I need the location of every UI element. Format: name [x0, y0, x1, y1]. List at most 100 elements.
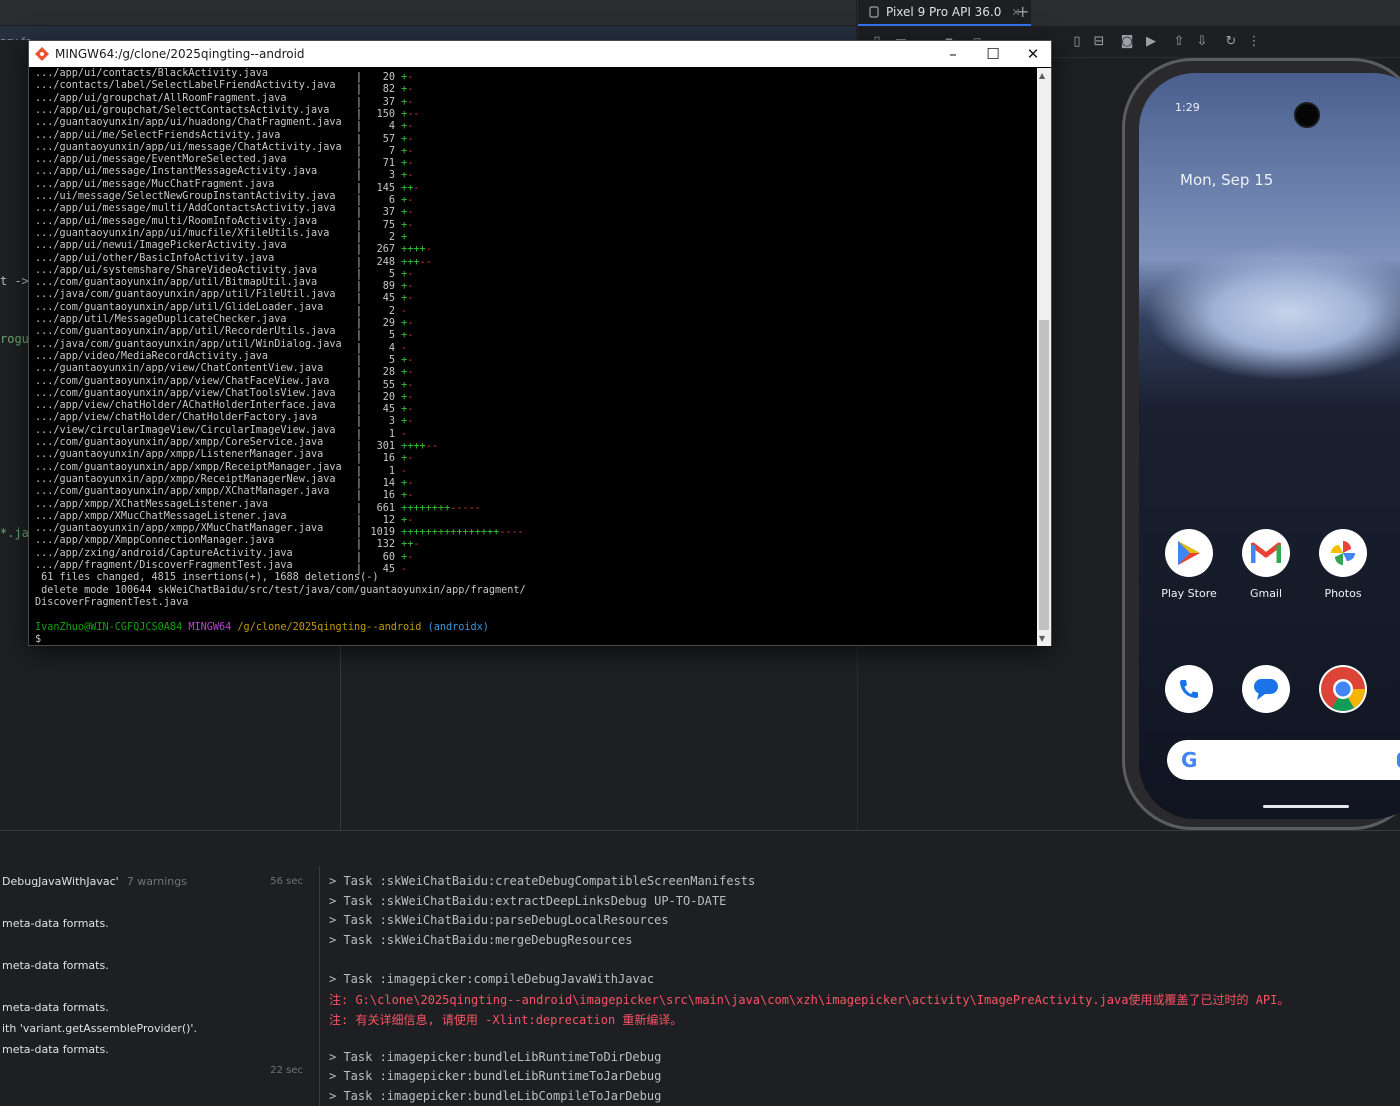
build-tree-item[interactable]: meta-data formats.	[2, 959, 109, 972]
lockscreen-date[interactable]: Mon, Sep 15	[1180, 171, 1273, 189]
terminal-scrollbar[interactable]: ▲ ▼	[1037, 68, 1051, 646]
app-play-store[interactable]: Play Store	[1153, 529, 1225, 600]
build-item-text: DebugJavaWithJavac'	[2, 875, 119, 888]
diffstat-deletions: -	[407, 551, 414, 563]
app-gmail[interactable]: Gmail	[1230, 529, 1302, 600]
diffstat-path: .../com/guantaoyunxin/app/xmpp/XChatMana…	[35, 486, 330, 498]
build-output-console[interactable]: > Task :skWeiChatBaidu:createDebugCompat…	[320, 866, 1400, 1106]
diffstat-deletions: --	[419, 256, 432, 268]
diffstat-row: .../app/ui/message/MucChatFragment.java |…	[35, 178, 420, 194]
google-g-icon: G	[1181, 748, 1198, 772]
download-icon[interactable]: ⇩	[1195, 35, 1209, 49]
diffstat-deletions: -	[413, 539, 420, 551]
ide-editor-tabs	[0, 26, 856, 40]
build-tool-header	[0, 830, 1400, 866]
diffstat-path: .../com/guantaoyunxin/app/xmpp/ReceiptMa…	[35, 461, 342, 473]
diffstat-row: .../app/util/MessageDuplicateChecker.jav…	[35, 314, 413, 329]
build-tree-item[interactable]: DebugJavaWithJavac' 7 warnings	[2, 875, 187, 888]
app-photos[interactable]: Photos	[1307, 529, 1379, 600]
prompt-user: IvanZhuo@WIN-CGFQJCS0A84	[35, 621, 183, 633]
build-tree-item[interactable]: ith 'variant.getAssembleProvider()'.	[2, 1022, 197, 1035]
build-tree-item[interactable]: meta-data formats.	[2, 1043, 109, 1056]
warning-count: 7 warnings	[126, 875, 187, 888]
diffstat-path: .../guantaoyunxin/app/view/ChatContentVi…	[35, 363, 324, 375]
diffstat-deletions: -	[401, 564, 408, 575]
prompt-branch: (androidx)	[427, 621, 489, 633]
build-output-line: > Task :skWeiChatBaidu:extractDeepLinksD…	[329, 893, 727, 908]
diffstat-row: .../com/guantaoyunxin/app/xmpp/CoreServi…	[35, 437, 438, 452]
app-label: Play Store	[1161, 587, 1217, 600]
build-output-line: > Task :skWeiChatBaidu:parseDebugLocalRe…	[329, 913, 669, 927]
diffstat-path: .../app/fragment/DiscoverFragmentTest.ja…	[35, 560, 293, 571]
diffstat-path: .../guantaoyunxin/app/ui/message/ChatAct…	[35, 141, 342, 153]
diffstat-row: .../java/com/guantaoyunxin/app/util/WinD…	[35, 339, 407, 354]
add-device-icon[interactable]: +	[1016, 2, 1029, 21]
terminal-window[interactable]: MINGW64:/g/clone/2025qingting--android –…	[28, 40, 1052, 646]
diffstat-path: .../guantaoyunxin/app/ui/huadong/ChatFra…	[35, 117, 342, 129]
phone-screen[interactable]: 1:29 Mon, Sep 15 Play Store Gmail Photos	[1139, 73, 1400, 819]
diffstat-row: .../app/ui/contacts/BlackActivity.java | 2…	[35, 68, 413, 83]
build-output-line: > Task :imagepicker:bundleLibRuntimeToJa…	[329, 1069, 662, 1083]
diffstat-row: .../com/guantaoyunxin/app/util/GlideLoad…	[35, 302, 407, 317]
phone-app-icon	[1165, 665, 1213, 713]
app-label: Photos	[1324, 587, 1362, 600]
diffstat-row: .../guantaoyunxin/app/xmpp/ListenerManag…	[35, 449, 413, 464]
terminal-output[interactable]: .../app/ui/contacts/BlackActivity.java | 2…	[29, 68, 1037, 646]
build-tree: DebugJavaWithJavac' 7 warnings 56 sec met…	[0, 866, 320, 1106]
home-gesture-bar[interactable]	[1263, 805, 1349, 808]
photos-icon	[1319, 529, 1367, 577]
minimize-button[interactable]: –	[933, 41, 973, 67]
diffstat-row: .../app/ui/systemshare/ShareVideoActivit…	[35, 264, 413, 280]
diffstat-row: .../app/ui/me/SelectFriendsActivity.java…	[35, 130, 413, 145]
device-tabbar: Pixel 9 Pro API 36.0 ✕ +	[858, 0, 1400, 26]
diffstat-row: .../app/xmpp/XChatMessageListener.java | 6…	[35, 499, 481, 514]
diffstat-path: .../app/view/chatHolder/AChatHolderInter…	[35, 400, 336, 412]
more-icon[interactable]: ⋮	[1247, 35, 1261, 49]
rotate-icon[interactable]: ↻	[1224, 35, 1238, 49]
app-messages[interactable]	[1230, 665, 1302, 713]
app-label: Gmail	[1249, 587, 1283, 600]
prompt-path: /g/clone/2025qingting--android	[237, 621, 422, 633]
diffstat-path: .../view/circularImageView/CircularImage…	[35, 424, 336, 436]
diffstat-row: .../app/ui/message/InstantMessageActivit…	[35, 166, 413, 181]
build-output-line: > Task :imagepicker:bundleLibRuntimeToDi…	[329, 1049, 662, 1064]
google-search-bar[interactable]: G	[1167, 740, 1400, 780]
diffstat-row: .../app/ui/message/multi/AddContactsActi…	[35, 203, 413, 218]
scroll-up-icon[interactable]: ▲	[1039, 71, 1045, 80]
close-window-button[interactable]: ✕	[1013, 41, 1053, 67]
diffstat-path: .../app/ui/message/MucChatFragment.java	[35, 178, 275, 190]
diffstat-row: .../com/guantaoyunxin/app/util/RecorderU…	[35, 326, 413, 341]
app-phone[interactable]	[1153, 665, 1225, 713]
scrollbar-thumb[interactable]	[1039, 320, 1049, 630]
upload-icon[interactable]: ⇧	[1172, 35, 1186, 49]
gmail-icon	[1242, 529, 1290, 577]
diffstat-path: .../app/ui/systemshare/ShareVideoActivit…	[35, 264, 318, 276]
diffstat-path: .../app/view/chatHolder/ChatHolderFactor…	[35, 412, 318, 424]
device-manager-icon[interactable]: ▯	[1070, 35, 1084, 49]
diffstat-row: .../com/guantaoyunxin/app/view/ChatTools…	[35, 387, 413, 403]
diffstat-path: .../app/ui/groupchat/SelectContactsActiv…	[35, 104, 330, 116]
shell-prompt: IvanZhuo@WIN-CGFQJCS0A84 MINGW64 /g/clon…	[35, 622, 489, 634]
device-tab[interactable]: Pixel 9 Pro API 36.0 ✕	[858, 0, 1031, 26]
delete-mode-line: delete mode 100644 skWeiChatBaidu/src/te…	[35, 584, 526, 596]
terminal-titlebar[interactable]: MINGW64:/g/clone/2025qingting--android –…	[29, 41, 1051, 67]
build-tree-item[interactable]: meta-data formats.	[2, 917, 109, 930]
diffstat-path: .../com/guantaoyunxin/app/view/ChatTools…	[35, 387, 336, 399]
diffstat-row: .../com/guantaoyunxin/app/xmpp/XChatMana…	[35, 486, 413, 501]
build-tree-item[interactable]: meta-data formats.	[2, 1001, 109, 1014]
shell-cursor-line: $	[35, 633, 42, 645]
diffstat-path: .../com/guantaoyunxin/app/xmpp/CoreServi…	[35, 437, 324, 448]
app-chrome[interactable]	[1307, 665, 1379, 713]
screenshot-icon[interactable]: ◙	[1120, 35, 1134, 49]
diffstat-row: .../guantaoyunxin/app/ui/message/ChatAct…	[35, 141, 413, 157]
device-tab-label: Pixel 9 Pro API 36.0	[886, 5, 1002, 19]
record-icon[interactable]: ▶	[1144, 35, 1158, 49]
front-camera	[1294, 102, 1320, 128]
diffstat-path: .../ui/message/SelectNewGroupInstantActi…	[35, 191, 336, 202]
maximize-button[interactable]: ☐	[973, 41, 1013, 67]
diffstat-path: .../app/ui/message/multi/AddContactsActi…	[35, 203, 336, 215]
build-duration: 22 sec	[270, 1065, 303, 1076]
diffstat-path: .../contacts/label/SelectLabelFriendActi…	[35, 80, 336, 92]
mirror-icon[interactable]: ⊟	[1092, 35, 1106, 49]
scroll-down-icon[interactable]: ▼	[1039, 634, 1045, 643]
